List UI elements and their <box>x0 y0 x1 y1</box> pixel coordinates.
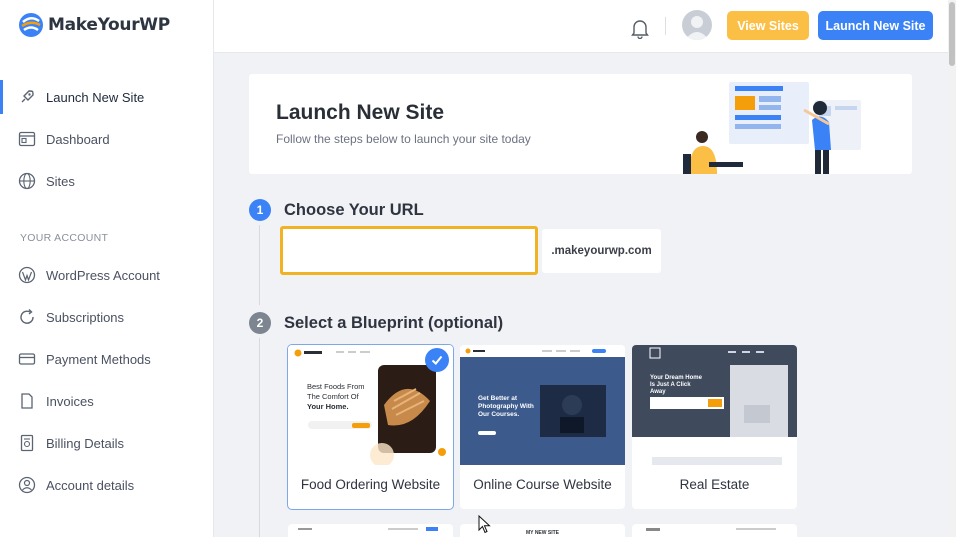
view-sites-button[interactable]: View Sites <box>727 11 809 40</box>
thumb-headline-line: Our Courses. <box>478 411 519 418</box>
sidebar-item-sites[interactable]: Sites <box>0 164 213 198</box>
dashboard-icon <box>18 130 36 148</box>
thumb-headline-line: Photography With <box>478 403 534 410</box>
globe-icon <box>18 172 36 190</box>
sidebar-item-label: Billing Details <box>46 435 125 451</box>
domain-suffix: .makeyourwp.com <box>542 229 661 273</box>
hero-illustration <box>683 82 861 174</box>
step-1-badge: 1 <box>249 199 271 221</box>
thumb-headline-line: Best Foods From <box>307 382 365 391</box>
logo-icon <box>19 13 43 37</box>
section-label: YOUR ACCOUNT <box>20 232 109 244</box>
thumb-headline-line: Get Better at <box>478 395 518 402</box>
sidebar-item-label: Subscriptions <box>46 309 125 325</box>
sidebar-item-label: Launch New Site <box>46 89 145 105</box>
sidebar-item-wordpress-account[interactable]: WordPress Account <box>0 258 213 292</box>
blueprint-card-real-estate[interactable]: Your Dream Home Is Just A Click Away Rea… <box>632 345 797 509</box>
refresh-icon <box>18 308 36 326</box>
brand-logo[interactable]: MakeYourWP <box>18 12 170 38</box>
selected-check-icon <box>425 348 449 372</box>
blueprint-card-food-ordering[interactable]: Best Foods From The Comfort Of Your Home… <box>287 344 454 510</box>
thumb-headline-line: Your Dream Home <box>650 375 703 381</box>
sidebar-item-payment-methods[interactable]: Payment Methods <box>0 342 213 376</box>
sidebar-item-label: Invoices <box>46 393 94 409</box>
sidebar-item-subscriptions[interactable]: Subscriptions <box>0 300 213 334</box>
sidebar-item-invoices[interactable]: Invoices <box>0 384 213 418</box>
step-1-title: Choose Your URL <box>284 201 424 219</box>
sidebar-item-label: WordPress Account <box>46 267 160 283</box>
blueprint-card-online-course[interactable]: Get Better at Photography With Our Cours… <box>460 345 625 509</box>
thumb-headline-line: Is Just A Click <box>650 382 691 388</box>
step-2-title: Select a Blueprint (optional) <box>284 314 504 332</box>
blueprint-card-peek[interactable] <box>288 524 453 537</box>
top-header: View Sites Launch New Site <box>214 0 948 53</box>
user-circle-icon <box>18 476 36 494</box>
launch-new-site-button[interactable]: Launch New Site <box>818 11 933 40</box>
thumb-headline-line: Your Home. <box>307 402 349 411</box>
avatar[interactable] <box>682 10 712 40</box>
blueprint-label: Online Course Website <box>473 477 612 492</box>
step-rail <box>259 338 260 537</box>
hero-card: Launch New Site Follow the steps below t… <box>249 74 912 174</box>
blueprint-thumbnail: Get Better at Photography With Our Cours… <box>460 345 625 465</box>
scrollbar-thumb[interactable] <box>949 2 955 66</box>
step-rail <box>259 225 260 305</box>
blueprint-thumbnail: Your Dream Home Is Just A Click Away <box>632 345 797 465</box>
sidebar-item-launch-new-site[interactable]: Launch New Site <box>0 80 213 114</box>
step-2-badge: 2 <box>249 312 271 334</box>
sidebar-item-billing-details[interactable]: Billing Details <box>0 426 213 460</box>
document-icon <box>18 392 36 410</box>
sidebar-item-label: Dashboard <box>46 131 110 147</box>
thumb-headline-line: Away <box>650 389 666 395</box>
receipt-icon <box>18 434 36 452</box>
page-title: Launch New Site <box>276 101 445 124</box>
mouse-cursor-icon <box>478 515 491 534</box>
sidebar-item-label: Payment Methods <box>46 351 151 367</box>
sidebar: MakeYourWP Launch New Site Dashboard Sit… <box>0 0 214 537</box>
rocket-icon <box>18 88 36 106</box>
brand-name: MakeYourWP <box>48 15 170 35</box>
thumb-headline-line: The Comfort Of <box>307 392 360 401</box>
sidebar-item-dashboard[interactable]: Dashboard <box>0 122 213 156</box>
header-divider <box>665 17 666 35</box>
sidebar-item-label: Sites <box>46 173 75 189</box>
scrollbar-track[interactable] <box>948 0 956 537</box>
blueprint-label: Food Ordering Website <box>300 477 441 492</box>
credit-card-icon <box>18 350 36 368</box>
bell-icon[interactable] <box>630 17 650 39</box>
subdomain-input[interactable] <box>280 226 538 275</box>
sidebar-item-label: Account details <box>46 477 135 493</box>
blueprint-card-peek[interactable] <box>632 524 797 537</box>
blueprint-label: Real Estate <box>679 477 750 492</box>
sidebar-item-account-details[interactable]: Account details <box>0 468 213 502</box>
page-subtitle: Follow the steps below to launch your si… <box>276 132 531 146</box>
wordpress-icon <box>18 266 36 284</box>
